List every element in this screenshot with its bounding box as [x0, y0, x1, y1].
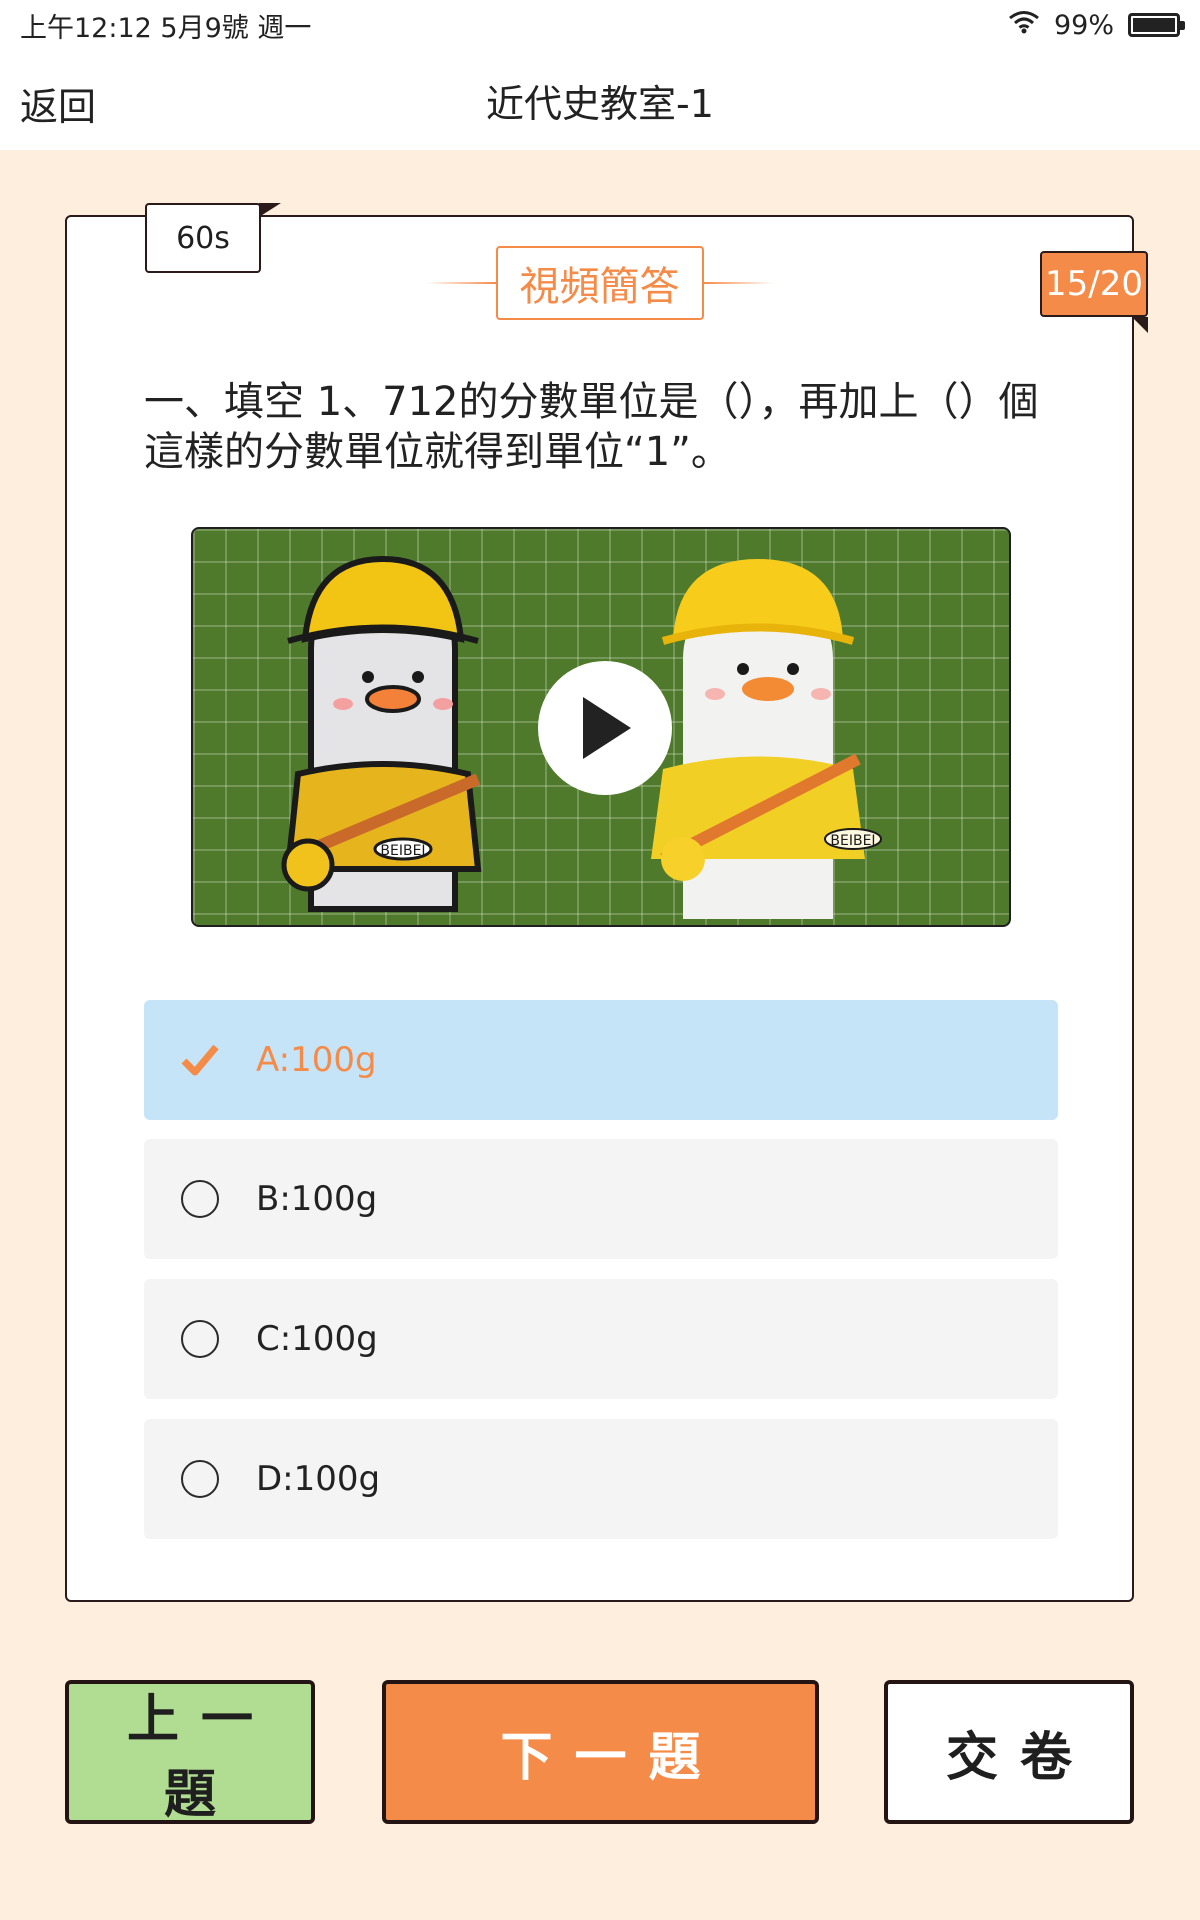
question-card: 60s 視頻簡答 15/20 一、填空 1、712的分數單位是（），再加上（）個…: [65, 203, 1148, 1602]
question-type-badge: 視頻簡答: [495, 246, 704, 320]
status-bar: 上午12:12 5月9號 週一 99%: [0, 0, 1200, 50]
answer-option-b[interactable]: B:100g: [144, 1139, 1058, 1259]
question-progress: 15/20: [1040, 251, 1148, 333]
option-label: A:100g: [256, 1040, 377, 1080]
radio-circle-icon: [181, 1460, 219, 1498]
nav-bar: 返回 近代史教室-1: [0, 50, 1200, 150]
play-icon: [583, 697, 631, 759]
mascot-logo-left: BEIBEI: [380, 843, 425, 859]
submit-exam-button[interactable]: 交卷: [884, 1680, 1134, 1824]
battery-level-fill: [1133, 18, 1175, 32]
status-time-date: 上午12:12 5月9號 週一: [20, 12, 312, 44]
radio-circle-icon: [181, 1180, 219, 1218]
battery-icon: [1128, 13, 1185, 37]
next-question-button[interactable]: 下一題: [382, 1680, 819, 1824]
back-button[interactable]: 返回: [20, 76, 96, 131]
answer-option-d[interactable]: D:100g: [144, 1419, 1058, 1539]
status-indicators: 99%: [1008, 9, 1185, 41]
answer-option-a[interactable]: A:100g: [144, 1000, 1058, 1120]
divider-line-right: [703, 282, 774, 284]
battery-percent: 99%: [1053, 9, 1114, 41]
answer-option-c[interactable]: C:100g: [144, 1279, 1058, 1399]
previous-question-button[interactable]: 上一題: [65, 1680, 315, 1825]
video-player[interactable]: BEIBEI BEIBEI: [191, 527, 1011, 927]
mascot-logo-right: BEIBEI: [830, 833, 875, 849]
toy-duck-right: BEIBEI: [651, 559, 882, 919]
question-text: 一、填空 1、712的分數單位是（），再加上（）個這樣的分數單位就得到單位“1”…: [144, 379, 1039, 475]
option-label: C:100g: [256, 1319, 378, 1359]
wifi-icon: [1008, 10, 1040, 41]
question-type-header: 視頻簡答: [67, 246, 1132, 320]
option-label: D:100g: [256, 1459, 381, 1499]
play-button[interactable]: [538, 661, 672, 795]
cartoon-duck-left: BEIBEI: [281, 555, 482, 912]
radio-circle-icon: [181, 1320, 219, 1358]
option-label: B:100g: [256, 1179, 378, 1219]
check-icon: [144, 1044, 256, 1076]
divider-line-left: [425, 282, 496, 284]
page-title: 近代史教室-1: [486, 81, 714, 126]
